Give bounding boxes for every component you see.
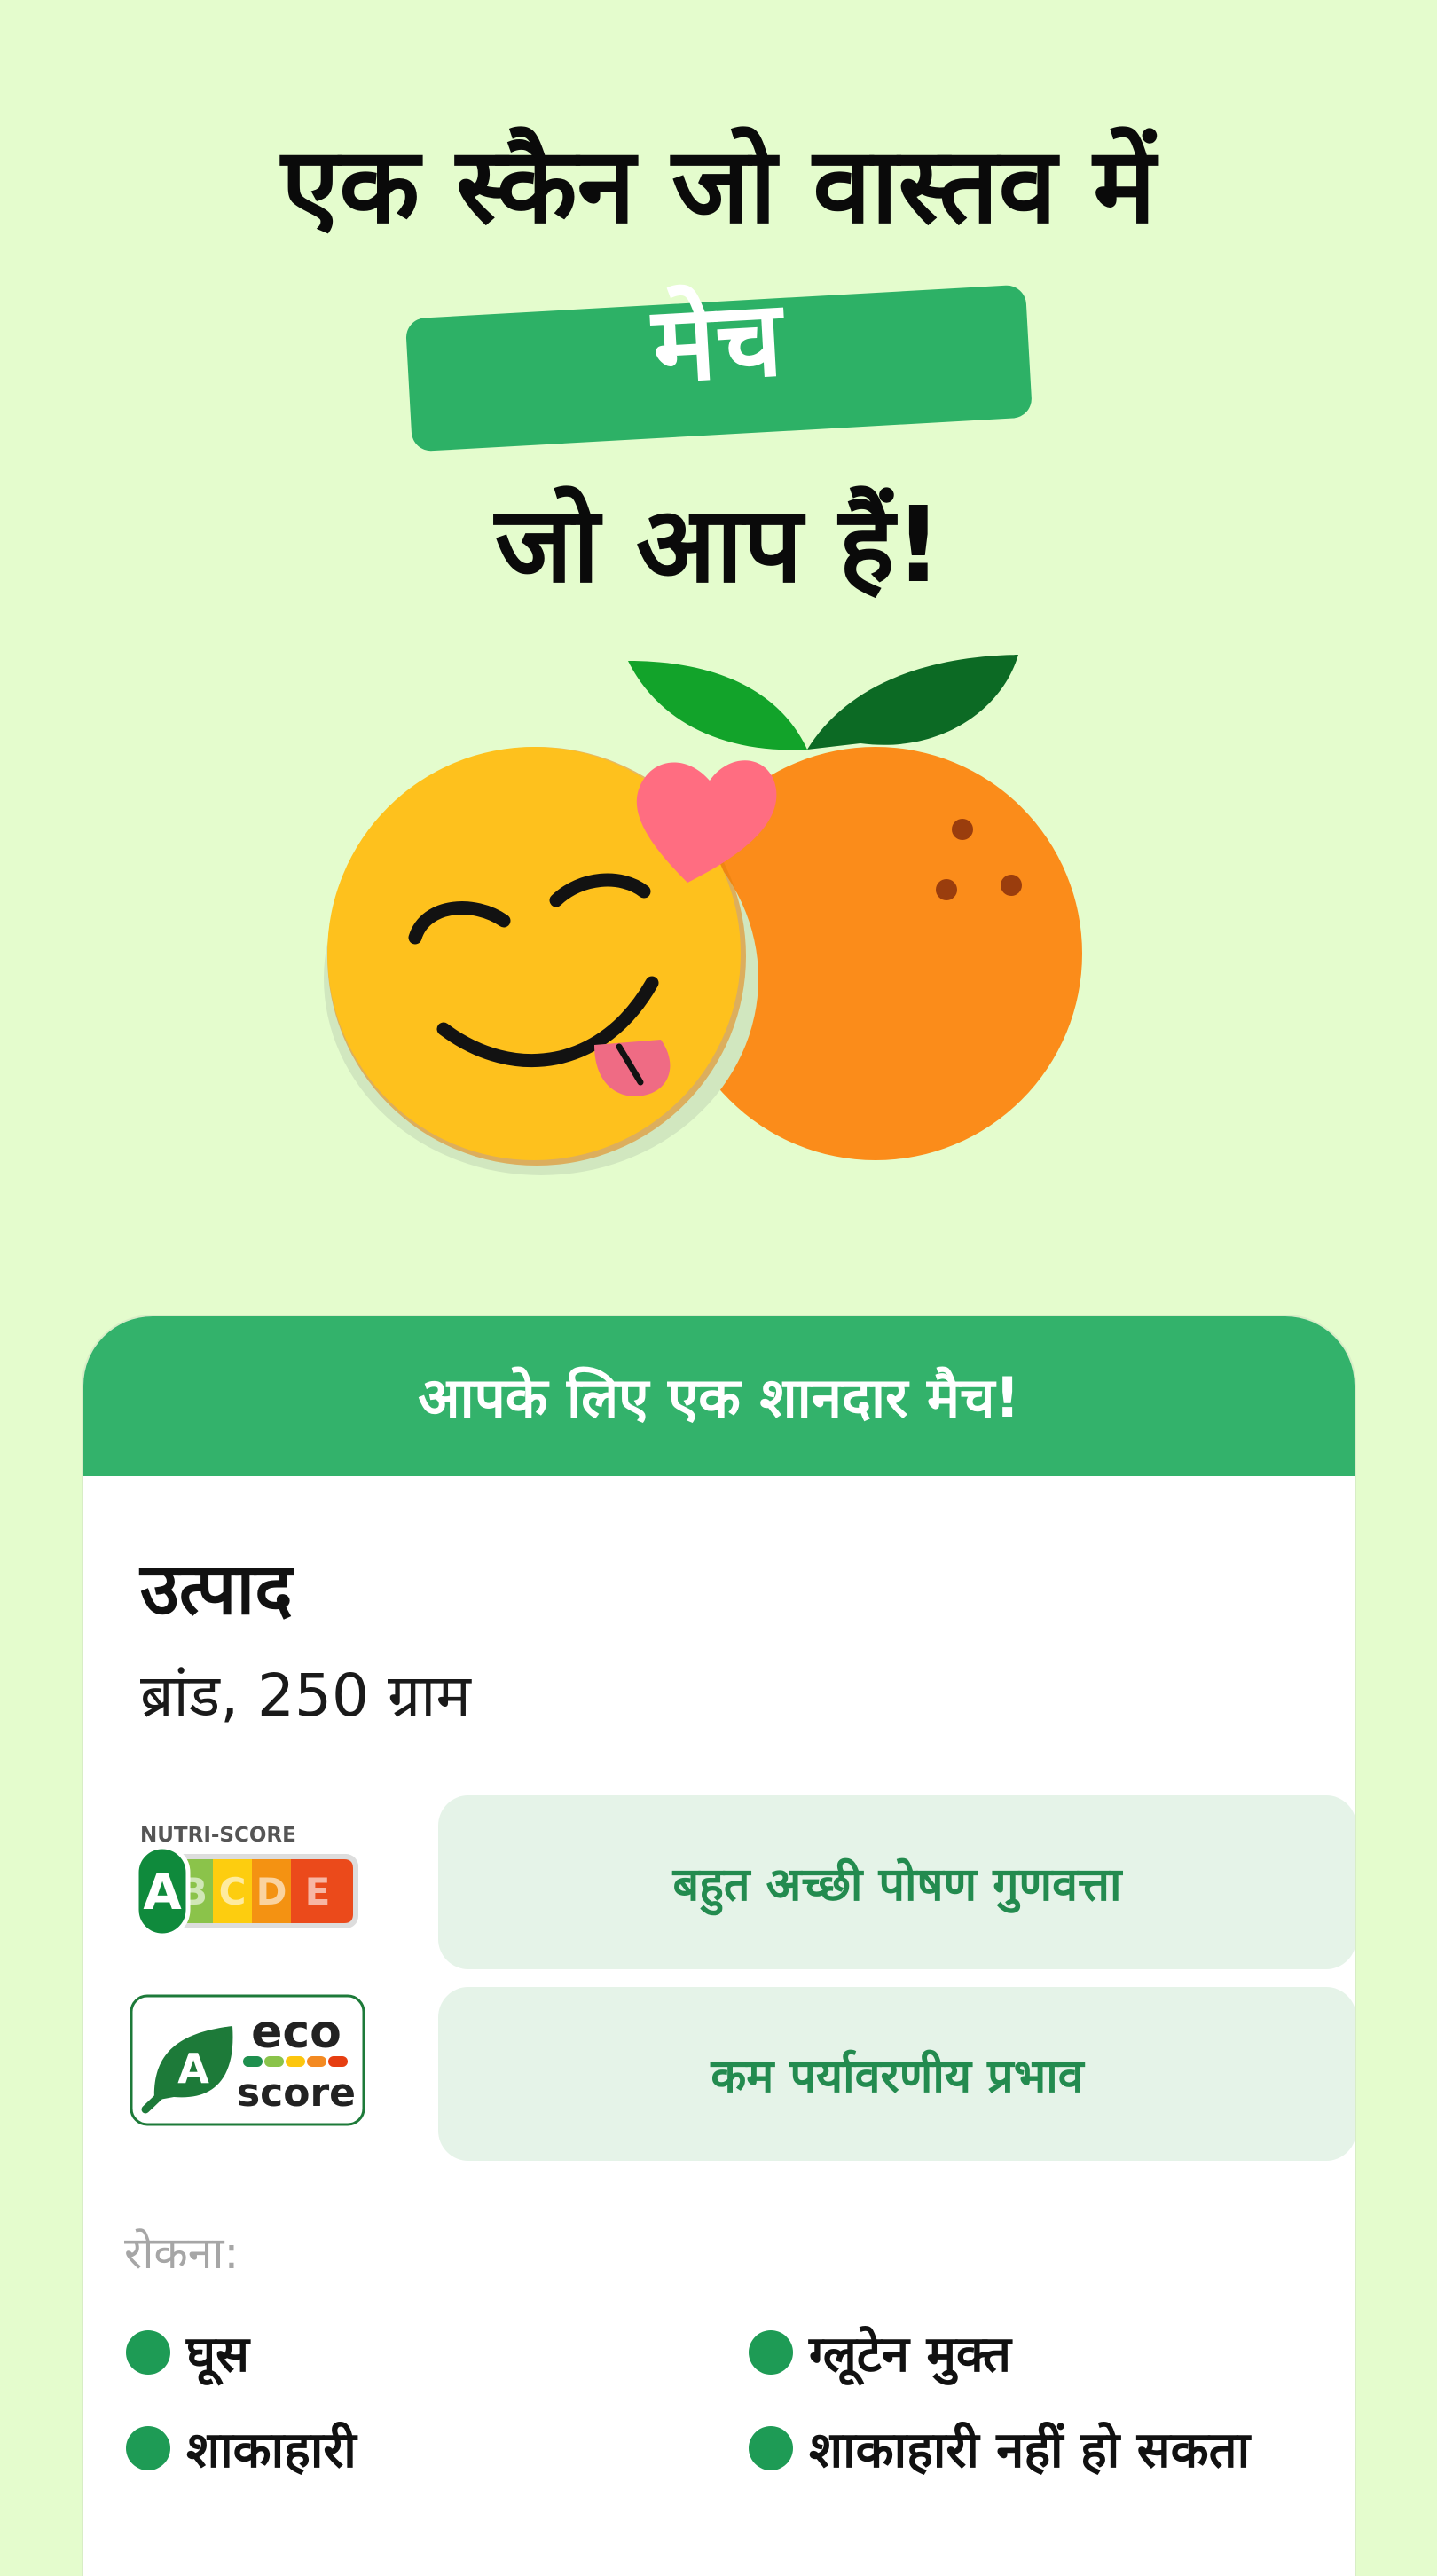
nutriscore-row: NUTRI-SCORE B C D E A बहुत अच्छी पोषण गु…	[128, 1795, 1355, 1969]
attribute-label: शाकाहारी नहीं हो सकता	[809, 2422, 1251, 2479]
attribute-label: घूस	[186, 2326, 249, 2384]
ecoscore-word-score: score	[237, 2070, 356, 2116]
attribute-label: शाकाहारी	[186, 2422, 357, 2479]
nutriscore-grade: A	[143, 1864, 182, 1921]
ecoscore-word-eco: eco	[251, 2006, 342, 2059]
ecoscore-row: A eco score कम पर्यावरणीय प्रभाव	[128, 1987, 1355, 2161]
leaf-icon	[628, 655, 1018, 750]
green-dot-icon	[749, 2426, 793, 2470]
headline-line-1: एक स्कैन जो वास्तव में	[281, 124, 1156, 247]
ecoscore-logo: A eco score	[130, 1994, 365, 2126]
card-header: आपके लिए एक शानदार मैच!	[83, 1316, 1355, 1476]
attribute-item: ग्लूटेन मुक्त	[749, 2319, 1011, 2386]
green-dot-icon	[126, 2426, 170, 2470]
attribute-item: शाकाहारी	[126, 2415, 357, 2482]
nutriscore-letter-c: C	[219, 1870, 247, 1913]
match-card[interactable]: आपके लिए एक शानदार मैच! उत्पाद ब्रांड, 2…	[83, 1316, 1355, 2576]
nutriscore-letter-e: E	[305, 1870, 331, 1913]
nutriscore-logo-title: NUTRI-SCORE	[140, 1824, 296, 1847]
attribute-item: घूस	[126, 2319, 249, 2386]
nutriscore-letter-d: D	[256, 1870, 287, 1913]
green-dot-icon	[126, 2330, 170, 2375]
contains-label: रोकना:	[124, 2227, 240, 2279]
highlight-tag: मेच	[404, 258, 1033, 466]
ecoscore-grade: A	[177, 2045, 209, 2093]
attribute-item: शाकाहारी नहीं हो सकता	[749, 2415, 1250, 2482]
attribute-label: ग्लूटेन मुक्त	[809, 2326, 1011, 2384]
smiley-orange-illustration	[324, 655, 1082, 1175]
nutriscore-description: बहुत अच्छी पोषण गुणवत्ता	[438, 1795, 1355, 1969]
headline-line-3: जो आप हैं!	[494, 483, 943, 606]
ecoscore-description: कम पर्यावरणीय प्रभाव	[438, 1987, 1355, 2161]
nutriscore-logo: NUTRI-SCORE B C D E A	[134, 1824, 358, 1938]
product-name: उत्पाद	[140, 1548, 293, 1630]
product-brand: ब्रांड, 250 ग्राम	[140, 1661, 471, 1730]
green-dot-icon	[749, 2330, 793, 2375]
